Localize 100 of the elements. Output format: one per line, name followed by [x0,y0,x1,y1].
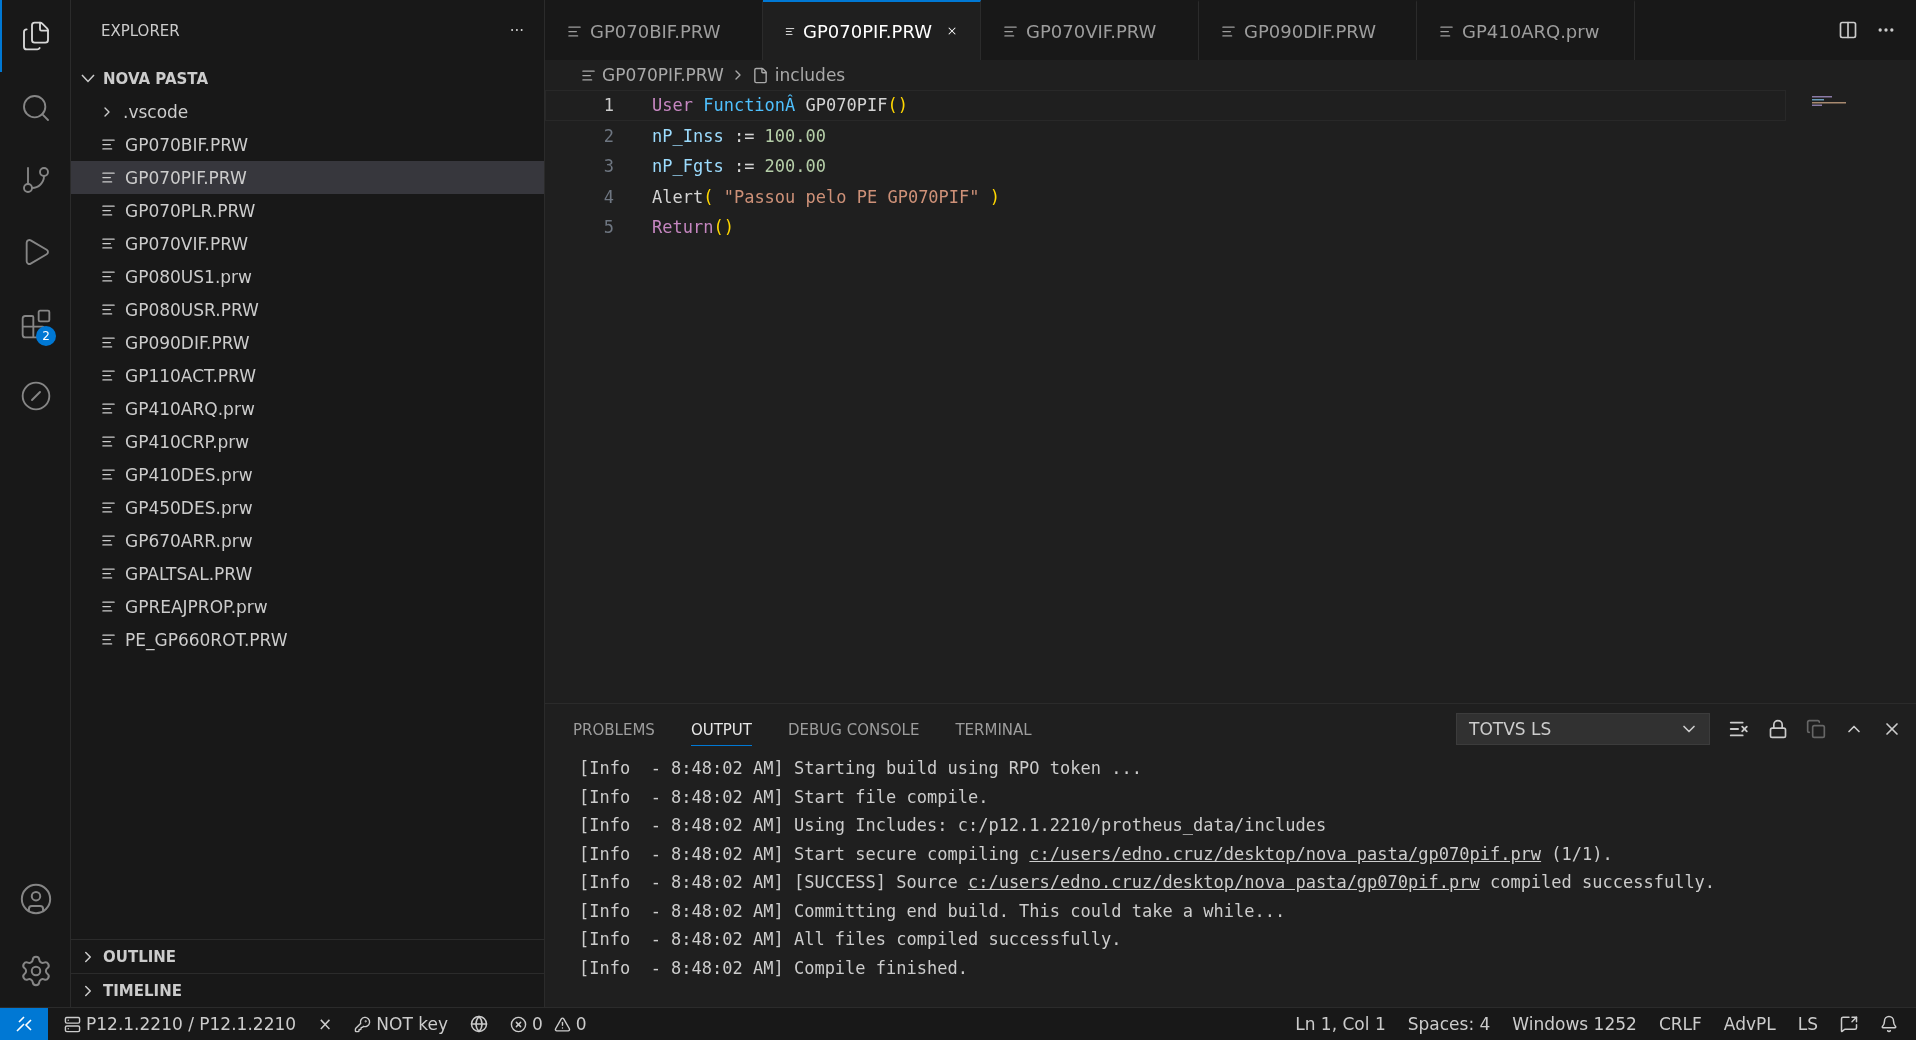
line-number: 3 [602,156,615,177]
warning-count[interactable]: 0 [553,1008,598,1040]
file-lines-icon [101,302,116,317]
file-lines-icon [1221,23,1236,39]
code-line: User FunctionÂ GP070PIF() [652,95,908,116]
copy-icon[interactable] [1806,719,1826,739]
line-number: 2 [602,125,615,146]
status-item[interactable]: CRLF [1647,1008,1713,1040]
file-lines-icon [101,500,116,515]
file-lines-icon [101,368,116,383]
panel-tab[interactable]: DEBUG CONSOLE [788,712,920,746]
file-item[interactable]: GP070VIF.PRW [71,227,544,260]
split-editor-icon[interactable] [1838,20,1858,40]
branch-icon[interactable] [20,164,52,196]
file-item[interactable]: GP410CRP.prw [71,425,544,458]
file-link[interactable]: c:/users/edno.cruz/desktop/nova pasta/gp070pif.prw [967,872,1480,893]
panel-tab[interactable]: OUTPUT [690,712,752,746]
warning-icon [553,1015,571,1033]
panel-tab[interactable]: TERMINAL [955,712,1032,746]
file-lines-icon [581,67,596,83]
sidebar-title: EXPLORER [101,22,180,40]
lock-icon[interactable] [1768,719,1788,739]
file-item[interactable]: GP670ARR.prw [71,524,544,557]
circle-slash-icon[interactable] [20,380,52,412]
more-actions[interactable]: ··· [509,22,524,40]
status-item[interactable]: LS [1786,1008,1829,1040]
error-count[interactable]: 0 [499,1008,554,1040]
code-line: Return() [652,217,734,238]
file-lines-icon [101,236,116,251]
editor-tab[interactable]: GP070PIF.PRW [763,0,981,60]
file-item[interactable]: GPALTSAL.PRW [71,557,544,590]
output-line: [Info - 8:48:02 AM] Committing end build. This could take a while... [579,899,1287,923]
channel-select[interactable]: TOTVS LS [1456,713,1710,745]
file-lines-icon [101,203,116,218]
file-item[interactable]: GP080USR.PRW [71,293,544,326]
line-number: 5 [602,217,615,238]
output-line: [Info - 8:48:02 AM] Start file compile. [579,785,990,809]
folder-item[interactable]: .vscode [71,95,544,128]
account-icon[interactable] [19,882,53,916]
file-lines-icon [1439,23,1454,39]
file-item[interactable]: GP070BIF.PRW [71,128,544,161]
code-line: nP_Fgts := 200.00 [652,156,827,177]
count-badge: 2 [36,326,56,346]
file-link[interactable]: c:/users/edno.cruz/desktop/nova pasta/gp070pif.prw [1029,843,1542,864]
code-line: nP_Inss := 100.00 [652,125,827,146]
settings-icon[interactable] [19,954,53,988]
file-item[interactable]: GP450DES.prw [71,491,544,524]
server-icon [64,1015,81,1033]
file-item[interactable]: GP090DIF.PRW [71,326,544,359]
file-item[interactable]: GP070PLR.PRW [71,194,544,227]
file-lines-icon [1003,23,1018,39]
file-lines-icon [101,599,116,614]
panel-tab[interactable]: PROBLEMS [573,712,655,746]
file-lines-icon [101,632,116,647]
file-item[interactable]: GP410ARQ.prw [71,392,544,425]
status-item[interactable]: Windows 1252 [1501,1008,1648,1040]
status-item[interactable]: Spaces: 4 [1396,1008,1502,1040]
folder-header[interactable]: NOVA PASTA [71,62,544,95]
file-item[interactable]: GPREAJPROP.prw [71,590,544,623]
file-lines-icon [101,335,116,350]
blocks-icon[interactable] [20,308,52,340]
search-icon[interactable] [20,92,52,124]
file-lines-icon [101,434,116,449]
line-number: 1 [602,95,615,116]
breadcrumb-item[interactable]: GP070PIF.PRW [602,65,724,85]
code-line: Alert( "Passou pelo PE GP070PIF" ) [652,186,1001,207]
output-line: [Info - 8:48:02 AM] Start secure compiling c:/users/edno.cruz/desktop/nova pasta/gp070pif.prw (1/1). [579,842,1614,866]
status-item[interactable]: AdvPL [1712,1008,1787,1040]
file-lines-icon [101,566,116,581]
file-item[interactable]: GP080US1.prw [71,260,544,293]
file-lines-icon [101,467,116,482]
file-lines-icon [101,137,116,152]
error-icon [510,1015,527,1033]
line-number: 4 [602,186,615,207]
file-lines-icon [101,170,116,185]
file-lines-icon [101,401,116,416]
file-lines-icon [101,269,116,284]
status-item[interactable]: Ln 1, Col 1 [1284,1008,1397,1040]
breadcrumb-item[interactable]: includes [774,65,846,85]
file-item[interactable]: GP410DES.prw [71,458,544,491]
file-lines-icon [567,23,582,39]
section-header[interactable]: OUTLINE [71,939,544,973]
output-line: [Info - 8:48:02 AM] [SUCCESS] Source c:/users/edno.cruz/desktop/nova pasta/gp070pif.prw compiled successfully. [579,871,1717,895]
file-item[interactable]: PE_GP660ROT.PRW [71,623,544,656]
remote-icon[interactable] [0,1008,48,1040]
minimap-drawing [1812,96,1846,106]
key-icon [354,1015,372,1033]
output-line: [Info - 8:48:02 AM] Compile finished. [579,956,969,980]
status-item[interactable]: × [307,1008,344,1040]
key-status[interactable]: NOT key [343,1008,459,1040]
file-lines-icon [101,533,116,548]
files-icon[interactable] [20,20,52,52]
output-line: [Info - 8:48:02 AM] All files compiled successfully. [579,928,1123,952]
file-item[interactable]: GP070PIF.PRW [71,161,544,194]
chevron-down-icon [81,74,95,83]
file-item[interactable]: GP110ACT.PRW [71,359,544,392]
server-status[interactable]: P12.1.2210 / P12.1.2210 [48,1008,308,1040]
output-line: [Info - 8:48:02 AM] Using Includes: c:/p12.1.2210/protheus_data/includes [579,814,1328,838]
output-line: [Info - 8:48:02 AM] Starting build using RPO token ... [579,757,1143,781]
file-icon [751,66,769,84]
